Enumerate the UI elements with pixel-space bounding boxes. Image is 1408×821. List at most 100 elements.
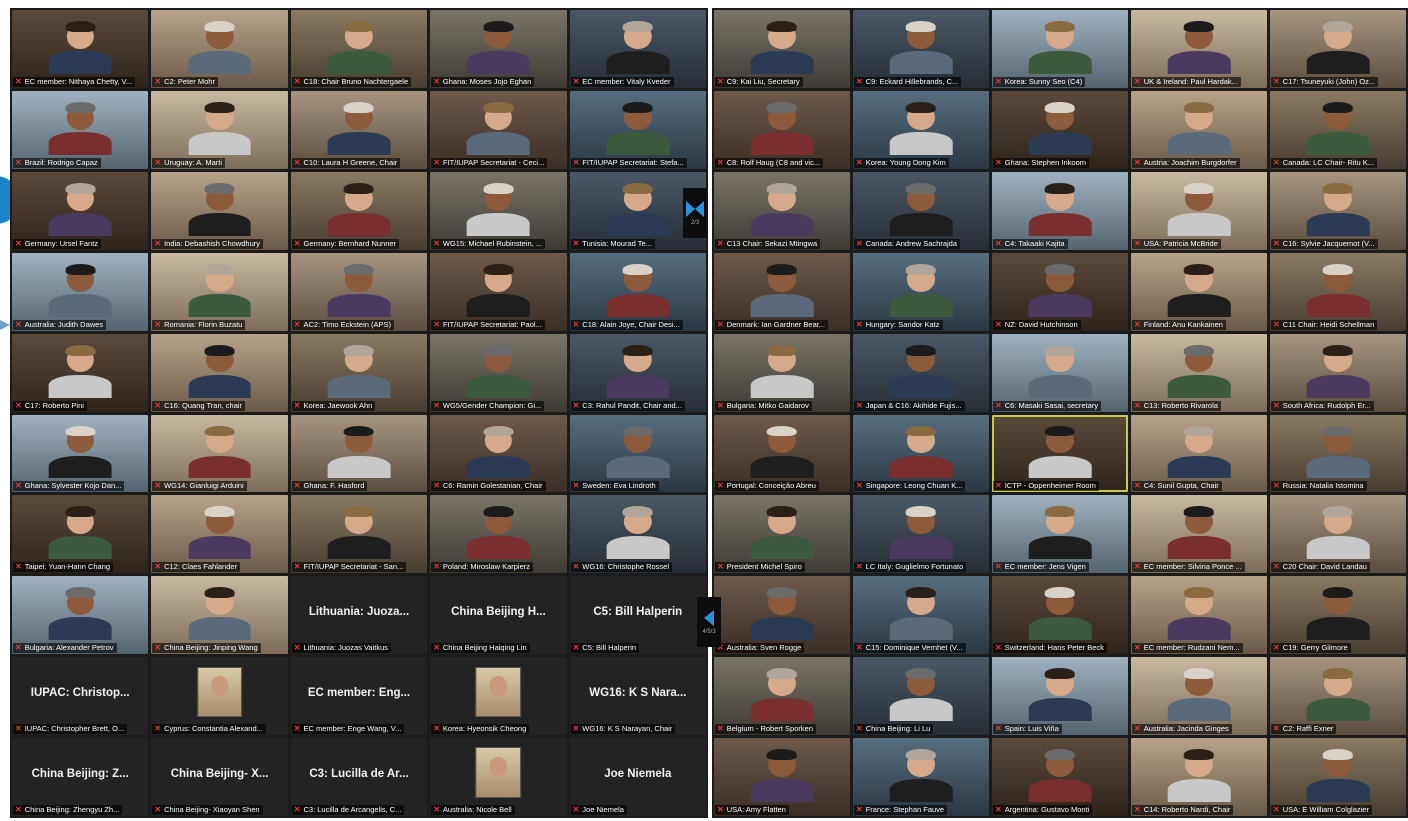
participant-tile-no-video[interactable]: China Beijing- X... ✕ China Beijing- Xiaoy… — [151, 738, 288, 816]
participant-video-tile[interactable]: ✕ USA: Patricia McBride — [1131, 171, 1267, 250]
participant-video-tile[interactable]: ✕ FIT/IUPAP Secretariat - Ceci... — [430, 90, 567, 169]
participant-video-tile[interactable]: ✕ Ghana: Moses Jojo Eghan — [430, 10, 567, 88]
participant-video-tile[interactable]: ✕ Uruguay: A. Marti — [151, 90, 288, 169]
participant-video-tile[interactable]: ✕ Bulgaria: Mitko Gaidarov — [714, 333, 850, 412]
participant-video-tile[interactable]: ✕ C2: Raffi Exner — [1270, 657, 1406, 736]
prev-page-button[interactable]: 4/5/3 — [697, 597, 721, 647]
participant-video-tile[interactable]: ✕ FIT/IUPAP Secretariat: Stefa... — [569, 90, 706, 169]
participant-video-tile[interactable]: ✕ Korea: Sunny Seo (C4) — [992, 10, 1128, 88]
participant-video-tile[interactable]: ✕ USA: Amy Flatten — [714, 738, 850, 816]
participant-video-tile[interactable]: ✕ C9: Eckard Hillebrands, C... — [853, 10, 989, 88]
participant-video-tile[interactable]: ✕ Germany: Ursel Fantz — [12, 171, 149, 250]
participant-video-tile[interactable]: ✕ Spain: Luis Viña — [992, 657, 1128, 736]
participant-video-tile[interactable]: ✕ C12: Claes Fahlander — [151, 495, 288, 574]
participant-tile-no-video[interactable]: Lithuania: Juoza... ✕ Lithuania: Juozas Va… — [290, 576, 428, 655]
participant-video-tile[interactable]: ✕ India: Debashish Chowdhury — [151, 171, 288, 250]
participant-video-tile[interactable]: ✕ C2: Peter Mohr — [151, 10, 288, 88]
participant-video-tile[interactable]: ✕ UK & Ireland: Paul Hardak... — [1131, 10, 1267, 88]
participant-tile-no-video[interactable]: ✕ Australia: Nicole Bell — [430, 738, 567, 816]
participant-video-tile[interactable]: ✕ C17: Tsuneyuki (John) Oz... — [1270, 10, 1406, 88]
participant-video-tile[interactable]: ✕ France: Stephan Fauve — [853, 738, 989, 816]
participant-video-tile[interactable]: ✕ Romania: Florin Buzatu — [151, 252, 288, 331]
participant-video-tile[interactable]: ✕ South Africa: Rudolph Er... — [1270, 333, 1406, 412]
participant-video-tile[interactable]: ✕ President Michel Spiro — [714, 495, 850, 574]
participant-video-tile[interactable]: ✕ C11 Chair: Heidi Schellman — [1270, 252, 1406, 331]
participant-tile-no-video[interactable]: China Beijing H... ✕ China Beijing Haiqing… — [430, 576, 567, 655]
participant-tile-no-video[interactable]: ✕ Cyprus: Constantia Alexand... — [151, 657, 288, 736]
participant-video-tile[interactable]: ✕ Poland: Miroslaw Karpierz — [430, 495, 567, 574]
participant-video-tile[interactable]: ✕ Austria: Joachim Burgdorfer — [1131, 90, 1267, 169]
participant-video-tile[interactable]: ✕ C10: Laura H Greene, Chair — [290, 90, 428, 169]
participant-video-tile[interactable]: ✕ Germany: Bernhard Nunner — [290, 171, 428, 250]
participant-video-tile[interactable]: ✕ C6: Ramin Golestanian, Chair — [430, 414, 567, 493]
participant-video-tile[interactable]: ✕ FIT/IUPAP Secretariat: Paol... — [430, 252, 567, 331]
participant-video-tile[interactable]: ✕ Canada: LC Chair- Ritu K... — [1270, 90, 1406, 169]
participant-video-tile[interactable]: ✕ FIT/IUPAP Secretariat - San... — [290, 495, 428, 574]
participant-video-tile[interactable]: ✕ USA: E William Colglazier — [1270, 738, 1406, 816]
participant-video-tile[interactable]: ✕ EC member: Silvina Ponce ... — [1131, 495, 1267, 574]
participant-video-tile[interactable]: ✕ EC member: Nithaya Chetty, V... — [12, 10, 149, 88]
participant-video-tile[interactable]: ✕ Ghana: F. Hasford — [290, 414, 428, 493]
participant-tile-no-video[interactable]: WG16: K S Nara... ✕ WG16: K S Narayan, Cha… — [569, 657, 706, 736]
participant-video-tile[interactable]: ✕ WG15: Michael Rubinstein, ... — [430, 171, 567, 250]
participant-video-tile[interactable]: ✕ C9: Kai Liu, Secretary — [714, 10, 850, 88]
participant-video-tile[interactable]: ✕ Korea: Young Dong Kim — [853, 90, 989, 169]
participant-video-tile[interactable]: ✕ China Beijing: Li Lu — [853, 657, 989, 736]
participant-video-tile[interactable]: ✕ EC member: Rudzani Nem... — [1131, 576, 1267, 655]
participant-video-tile[interactable]: ✕ Argentina: Gustavo Monti — [992, 738, 1128, 816]
participant-video-tile[interactable]: ✕ Hungary: Sandor Katz — [853, 252, 989, 331]
participant-video-tile[interactable]: ✕ Japan & C16: Akihide Fujis... — [853, 333, 989, 412]
participant-tile-no-video[interactable]: China Beijing: Z... ✕ China Beijing: Zheng… — [12, 738, 149, 816]
participant-video-tile[interactable]: ✕ Australia: Judith Dawes — [12, 252, 149, 331]
participant-video-tile[interactable]: ✕ Singapore: Leong Chuan K... — [853, 414, 989, 493]
participant-video-tile[interactable]: ✕ C18: Chair Bruno Nachtergaele — [290, 10, 428, 88]
participant-tile-no-video[interactable]: Joe Niemela ✕ Joe Niemela — [569, 738, 706, 816]
participant-video-tile[interactable]: ✕ NZ: David Hutchinson — [992, 252, 1128, 331]
participant-video-tile[interactable]: ✕ Australia: Sven Rogge — [714, 576, 850, 655]
participant-video-tile[interactable]: ✕ Bulgaria: Alexander Petrov — [12, 576, 149, 655]
participant-video-tile[interactable]: ✕ C13: Roberto Rivarola — [1131, 333, 1267, 412]
participant-video-tile[interactable]: ✕ EC member: Jens Vigen — [992, 495, 1128, 574]
participant-video-tile[interactable]: ✕ C18: Alain Joye, Chair Desi... — [569, 252, 706, 331]
participant-video-tile[interactable]: ✕ Finland: Anu Kankainen — [1131, 252, 1267, 331]
participant-video-tile[interactable]: ✕ C3: Rahul Pandit, Chair and... — [569, 333, 706, 412]
participant-tile-no-video[interactable]: EC member: Eng... ✕ EC member: Enge Wang, … — [290, 657, 428, 736]
participant-video-tile[interactable]: ✕ Belgium - Robert Sporken — [714, 657, 850, 736]
participant-video-tile[interactable]: ✕ Brazil: Rodrigo Capaz — [12, 90, 149, 169]
participant-video-tile[interactable]: ✕ LC Italy: Guglielmo Fortunato — [853, 495, 989, 574]
participant-video-tile[interactable]: ✕ C8: Rolf Haug (C8 and vic... — [714, 90, 850, 169]
participant-video-tile[interactable]: ✕ Russia: Natalia Istomina — [1270, 414, 1406, 493]
participant-tile-no-video[interactable]: C5: Bill Halperin ✕ C5: Bill Halperin — [569, 576, 706, 655]
participant-video-tile[interactable]: ✕ C16: Sylvie Jacquemot (V... — [1270, 171, 1406, 250]
next-page-button[interactable]: 2/3 — [683, 188, 707, 238]
participant-video-tile[interactable]: ✕ C16: Quang Tran, chair — [151, 333, 288, 412]
participant-video-tile[interactable]: ✕ WG5/Gender Champion: Gi... — [430, 333, 567, 412]
participant-video-tile[interactable]: ✕ Australia: Jacinda Ginges — [1131, 657, 1267, 736]
participant-video-tile[interactable]: ✕ C15: Dominique Vernhet (V... — [853, 576, 989, 655]
participant-video-tile[interactable]: ✕ Switzerland: Hans Peter Beck — [992, 576, 1128, 655]
participant-video-tile[interactable]: ✕ C4: Takaaki Kajita — [992, 171, 1128, 250]
participant-video-tile[interactable]: ✕ EC member: Vitaly Kveder — [569, 10, 706, 88]
participant-video-tile[interactable]: ✕ C4: Sunil Gupta, Chair — [1131, 414, 1267, 493]
participant-video-tile[interactable]: ✕ C14: Roberto Nardi, Chair — [1131, 738, 1267, 816]
participant-video-tile[interactable]: ✕ Ghana: Stephen Inkoom — [992, 90, 1128, 169]
participant-video-tile[interactable]: ✕ C13 Chair: Sekazi Mtingwa — [714, 171, 850, 250]
participant-tile-no-video[interactable]: IUPAC: Christop... ✕ IUPAC: Christopher Br… — [12, 657, 149, 736]
participant-video-tile[interactable]: ✕ AC2: Timo Eckstein (APS) — [290, 252, 428, 331]
participant-video-tile[interactable]: ✕ C20 Chair: David Landau — [1270, 495, 1406, 574]
participant-video-tile[interactable]: ✕ C6: Masaki Sasai, secretary — [992, 333, 1128, 412]
participant-video-tile[interactable]: ✕ Portugal: Conceição Abreu — [714, 414, 850, 493]
participant-tile-no-video[interactable]: C3: Lucilla de Ar... ✕ C3: Lucilla de Arca… — [290, 738, 428, 816]
participant-video-tile[interactable]: ✕ Canada: Andrew Sachrajda — [853, 171, 989, 250]
participant-video-tile[interactable]: ✕ Taipei: Yuan-Hann Chang — [12, 495, 149, 574]
participant-video-tile[interactable]: ✕ WG14: Gianluigi Arduini — [151, 414, 288, 493]
participant-video-tile[interactable]: ✕ China Beijing: Jinping Wang — [151, 576, 288, 655]
participant-tile-no-video[interactable]: ✕ Korea: Hyeonsik Cheong — [430, 657, 567, 736]
participant-video-tile[interactable]: ✕ Korea: Jaewook Ahn — [290, 333, 428, 412]
participant-video-tile[interactable]: ✕ ICTP - Oppenheimer Room — [992, 414, 1128, 493]
participant-video-tile[interactable]: ✕ WG16: Christophe Rossel — [569, 495, 706, 574]
participant-video-tile[interactable]: ✕ Ghana: Sylvester Kojo Dan... — [12, 414, 149, 493]
participant-video-tile[interactable]: ✕ Denmark: Ian Gardner Bear... — [714, 252, 850, 331]
participant-video-tile[interactable]: ✕ Sweden: Eva Lindroth — [569, 414, 706, 493]
participant-video-tile[interactable]: ✕ C19: Gerry Gilmore — [1270, 576, 1406, 655]
